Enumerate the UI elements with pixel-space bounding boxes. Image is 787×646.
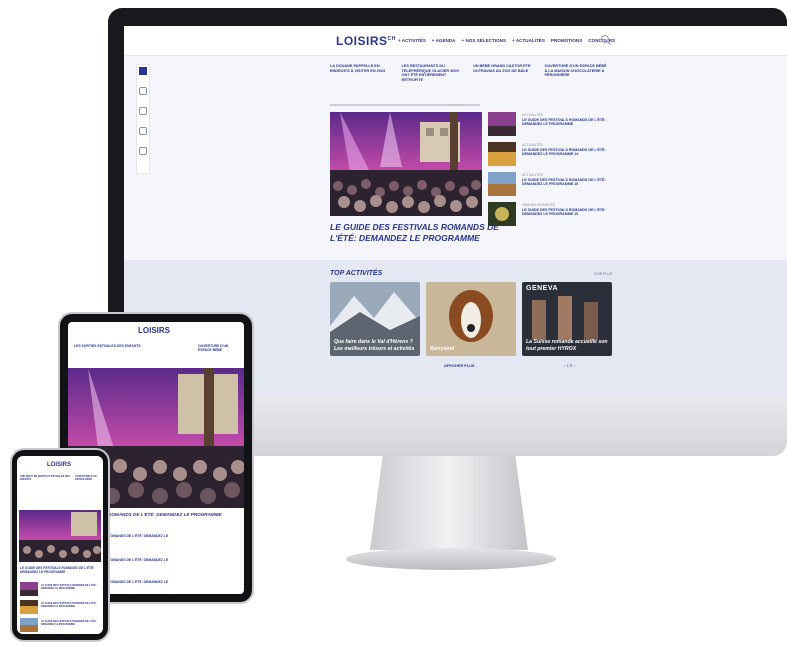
hero-image[interactable] [330,112,482,216]
nav-selections[interactable]: + NOS SÉLECTIONS [461,38,506,43]
nav-activites[interactable]: + ACTIVITÉS [398,38,426,43]
gift-icon[interactable] [139,127,147,135]
article-thumbnail [20,600,38,614]
activity-card[interactable]: Barryland [426,282,516,356]
list-item[interactable]: LE GUIDE DES FESTIVALS ROMANDS DE L'ÉTÉ:… [20,600,102,616]
article-tag: ACTUALITÉS [522,113,543,117]
article-title: LE GUIDE DES FESTIVALS ROMANDS DE L'ÉTÉ:… [522,178,606,187]
news-item[interactable]: LA DOUANE PAPPELLE EN ENDROITS À VISITER… [330,64,396,83]
tablet-logo[interactable]: LOISIRS [138,326,170,335]
phone-news-item[interactable]: UNE DROIT DE SORTIE ET ESTIVALES DES ENF… [20,475,70,482]
nav-actualites[interactable]: + ACTUALITÉS [512,38,545,43]
home-icon[interactable] [139,87,147,95]
city-label: GENEVA [526,285,559,292]
article-thumbnail [488,172,516,196]
tablet-hero-title[interactable]: ROMANDS DE L'ÉTÉ: DEMANDEZ LE PROGRAMME [108,512,244,518]
tablet-news-item[interactable]: LES SORTIES ESTIVALES DES ENFANTS [74,344,144,348]
news-item[interactable]: OUVERTURE D'UN ESPACE BÉBÉ À LA MAISON C… [545,64,611,83]
hero-title[interactable]: LE GUIDE DES FESTIVALS ROMANDS DE L'ÉTÉ:… [330,222,510,244]
nav-agenda[interactable]: + AGENDA [432,38,456,43]
article-title: LE GUIDE DES FESTIVALS ROMANDS DE L'ÉTÉ:… [41,584,97,590]
list-item[interactable]: ACTUALITÉS LE GUIDE DES FESTIVALS ROMAND… [488,142,618,170]
article-thumbnail [20,582,38,596]
activity-card[interactable]: Que faire dans le Val d'Hérens ? Les mei… [330,282,420,356]
sidebar-toggle[interactable] [139,67,147,75]
list-item[interactable]: LE GUIDE DES FESTIVALS ROMANDS DE L'ÉTÉ:… [20,582,102,598]
tablet-list-item[interactable]: ROMANDS DE L'ÉTÉ: DEMANDEZ LE [108,580,168,584]
nav-promotions[interactable]: PROMOTIONS [551,38,582,43]
folder-icon[interactable] [139,147,147,155]
side-article-list: ACTUALITÉS LE GUIDE DES FESTIVALS ROMAND… [488,112,618,232]
monitor-stand [370,456,528,550]
article-title: LE GUIDE DES FESTIVALS ROMANDS DE L'ÉTÉ:… [522,148,606,157]
article-tag: ACTUALITÉS [522,173,543,177]
floating-sidebar [136,64,150,174]
list-item[interactable]: GRANDS MOMENTS LE GUIDE DES FESTIVALS RO… [488,202,618,230]
tablet-list-item[interactable]: ROMANDS DE L'ÉTÉ: DEMANDEZ LE [108,558,168,562]
ticker-progress [330,104,480,106]
list-item[interactable]: ACTUALITÉS LE GUIDE DES FESTIVALS ROMAND… [488,112,618,140]
article-title: LE GUIDE DES FESTIVALS ROMANDS DE L'ÉTÉ:… [522,208,606,217]
article-title: LE GUIDE DES FESTIVALS ROMANDS DE L'ÉTÉ:… [522,118,606,127]
article-thumbnail [488,142,516,166]
article-title: LE GUIDE DES FESTIVALS ROMANDS DE L'ÉTÉ:… [41,602,97,608]
show-more-button[interactable]: AFFICHER PLUS [444,364,474,368]
article-title: LE GUIDE DES FESTIVALS ROMANDS DE L'ÉTÉ:… [41,620,97,626]
article-thumbnail [488,202,516,226]
list-item[interactable]: ACTUALITÉS LE GUIDE DES FESTIVALS ROMAND… [488,172,618,200]
article-thumbnail [20,618,38,632]
list-item[interactable]: LE GUIDE DES FESTIVALS ROMANDS DE L'ÉTÉ:… [20,618,102,634]
site-header: LOISIRSCH + ACTIVITÉS + AGENDA + NOS SÉL… [124,26,787,56]
news-item[interactable]: UN BÉBÉ GRAND CASTOR ÉTÉ OUTRAVAIS AU ZO… [473,64,539,83]
section-title: TOP ACTIVITÉS [330,270,383,277]
activity-card[interactable]: GENEVA La Suisse romande accueille son t… [522,282,612,356]
tablet-news-item[interactable]: OUVERTURE D'UN ESPACE BÉBÉ [198,344,242,352]
card-title: Que faire dans le Val d'Hérens ? Les mei… [334,339,415,352]
see-more-link[interactable]: VOIR PLUS [594,272,612,276]
tablet-list-item[interactable]: ROMANDS DE L'ÉTÉ: DEMANDEZ LE [108,534,168,538]
news-ticker: LA DOUANE PAPPELLE EN ENDROITS À VISITER… [330,64,610,83]
search-icon[interactable] [600,34,612,46]
phone-logo[interactable]: LOISIRS [47,462,71,468]
article-tag: GRANDS MOMENTS [522,203,555,207]
pagination[interactable]: ‹ 1/3 › [564,363,575,368]
site-logo[interactable]: LOISIRSCH [336,34,396,48]
article-tag: ACTUALITÉS [522,143,543,147]
news-item[interactable]: LES RESTAURANTS DU TÉLÉPHÉRIQUE GLACIER … [402,64,468,83]
main-nav: + ACTIVITÉS + AGENDA + NOS SÉLECTIONS + … [398,38,615,43]
phone-hero-title[interactable]: LE GUIDE DES FESTIVALS ROMANDS DE L'ÉTÉ:… [20,566,100,574]
phone-screen: LOISIRS UNE DROIT DE SORTIE ET ESTIVALES… [17,456,103,634]
card-title: La Suisse romande accueille son tout pre… [526,339,608,352]
card-title: Barryland [430,345,455,352]
article-thumbnail [488,112,516,136]
phone-news-item[interactable]: OUVERTURE D'UN ESPACE BÉBÉ [75,475,101,482]
phone-device: LOISIRS UNE DROIT DE SORTIE ET ESTIVALES… [10,448,110,642]
monitor-base [346,548,556,570]
phone-hero-image[interactable] [19,510,101,562]
calendar-icon[interactable] [139,107,147,115]
